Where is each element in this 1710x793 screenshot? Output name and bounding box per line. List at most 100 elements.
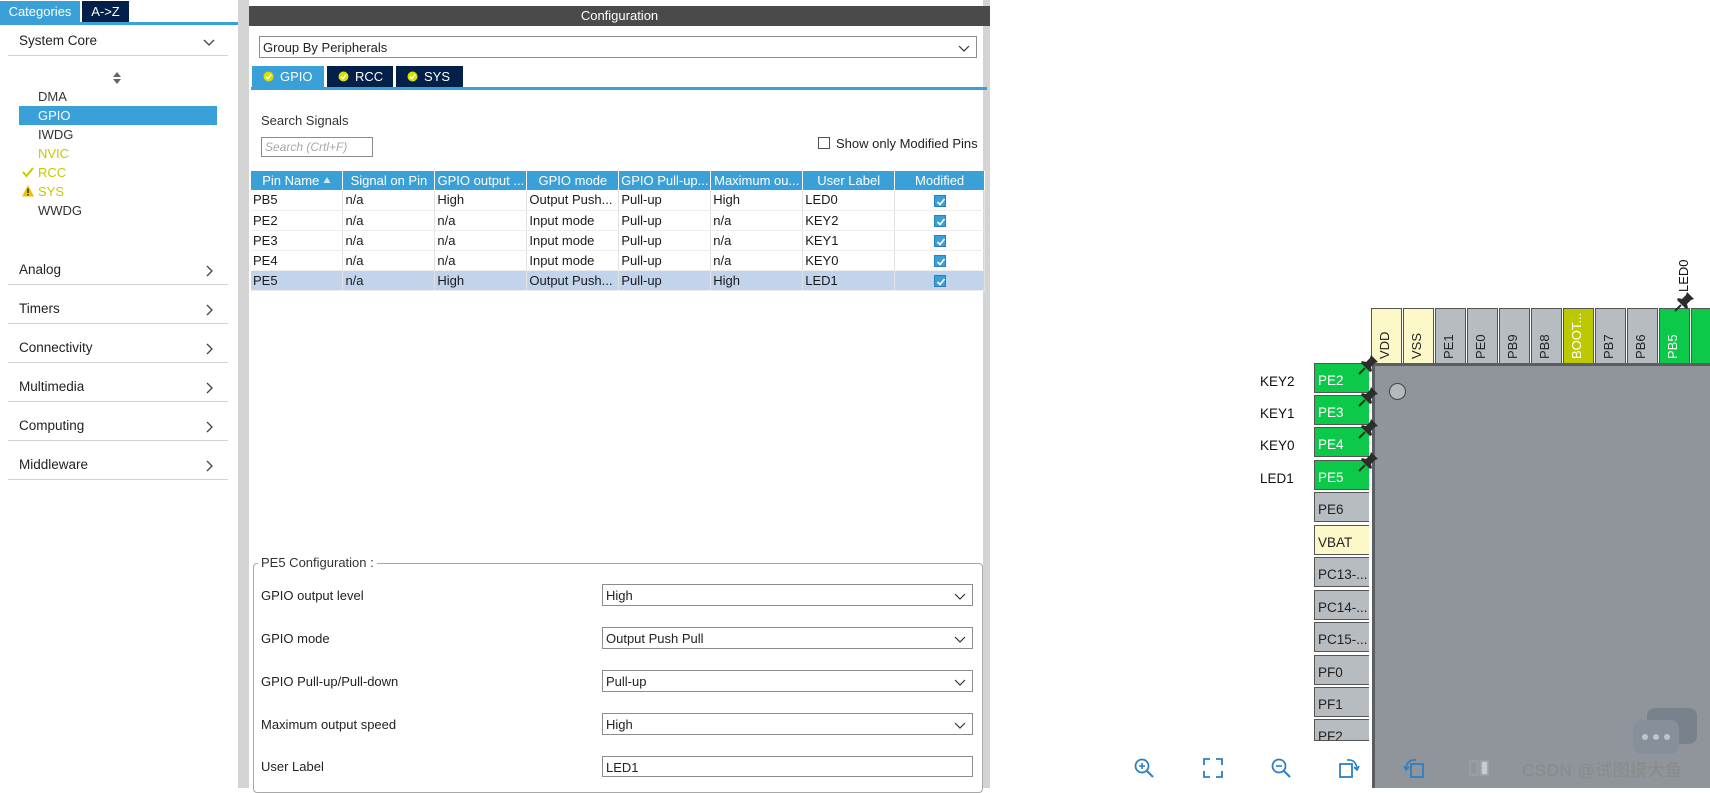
left-pin-pe6[interactable]: PE6: [1314, 492, 1369, 522]
item-label: WWDG: [38, 203, 83, 218]
pin-user-label: LED0: [1676, 259, 1691, 292]
system-core-item-iwdg[interactable]: IWDG: [19, 125, 217, 144]
pin-name: PF0: [1318, 665, 1343, 680]
left-pin-pc14[interactable]: PC14-...: [1314, 590, 1369, 620]
warning-icon: [22, 185, 34, 197]
tab-label: RCC: [355, 69, 384, 84]
top-pin-pb5[interactable]: PB5: [1659, 308, 1690, 363]
system-core-item-gpio[interactable]: GPIO: [19, 106, 217, 125]
panel-splitter[interactable]: [238, 0, 248, 788]
table-header-row: Pin Name Signal on Pin GPIO output ... G…: [251, 171, 985, 190]
table-row[interactable]: PE3 n/a n/a Input mode Pull-up n/a KEY1: [251, 230, 985, 251]
max-output-speed-label: Maximum output speed: [261, 717, 397, 732]
pin-name: PB5: [1664, 334, 1680, 359]
category-multimedia[interactable]: Multimedia: [8, 372, 228, 402]
cell-modified: [894, 190, 985, 211]
flip-horizontal-icon[interactable]: [1467, 756, 1491, 780]
category-connectivity[interactable]: Connectivity: [8, 333, 228, 363]
check-icon: [936, 238, 945, 246]
pe5-user-label: LED1: [1260, 471, 1294, 486]
top-pin-next[interactable]: [1691, 308, 1710, 363]
system-core-item-rcc[interactable]: RCC: [19, 163, 217, 182]
column-header-modified[interactable]: Modified: [894, 171, 985, 190]
check-icon: [22, 167, 34, 178]
top-pin-pb6[interactable]: PB6: [1627, 308, 1658, 363]
ok-status-icon: [263, 71, 274, 82]
top-pin-vss[interactable]: VSS: [1403, 308, 1434, 363]
system-core-item-dma[interactable]: DMA: [19, 87, 217, 106]
category-label: Connectivity: [19, 340, 93, 355]
modified-checkbox[interactable]: [933, 255, 946, 268]
left-pin-pc15[interactable]: PC15-...: [1314, 622, 1369, 652]
show-modified-checkbox[interactable]: [818, 137, 830, 149]
modified-checkbox[interactable]: [933, 275, 946, 288]
top-pin-boot[interactable]: BOOT...: [1563, 308, 1594, 363]
category-label: System Core: [19, 33, 98, 48]
table-row[interactable]: PE4 n/a n/a Input mode Pull-up n/a KEY0: [251, 250, 985, 271]
column-header-pull[interactable]: GPIO Pull-up...: [618, 171, 712, 190]
table-row-selected[interactable]: PE5 n/a High Output Push... Pull-up High…: [251, 270, 985, 291]
max-output-speed-select[interactable]: High: [602, 713, 973, 735]
left-pin-pc13[interactable]: PC13-...: [1314, 557, 1369, 587]
category-analog[interactable]: Analog: [8, 255, 228, 285]
left-pin-vbat[interactable]: VBAT: [1314, 525, 1369, 555]
cell-output-level: High: [434, 190, 528, 211]
left-pin-pf2[interactable]: PF2: [1314, 719, 1369, 741]
gpio-output-level-select[interactable]: High: [602, 584, 973, 606]
system-core-item-nvic[interactable]: NVIC: [19, 144, 217, 163]
gpio-mode-select[interactable]: Output Push Pull: [602, 627, 973, 649]
modified-checkbox[interactable]: [933, 194, 946, 207]
top-pin-pe0[interactable]: PE0: [1467, 308, 1498, 363]
tab-a-to-z[interactable]: A->Z: [82, 1, 129, 22]
top-pin-pb9[interactable]: PB9: [1499, 308, 1530, 363]
group-by-select[interactable]: Group By Peripherals: [259, 36, 977, 58]
chevron-down-icon: [954, 636, 966, 643]
search-signals-input[interactable]: [261, 137, 373, 157]
sort-icon[interactable]: [112, 71, 122, 85]
tab-categories[interactable]: Categories: [0, 1, 80, 22]
table-row[interactable]: PB5 n/a High Output Push... Pull-up High…: [251, 190, 985, 211]
column-header-signal[interactable]: Signal on Pin: [342, 171, 436, 190]
category-middleware[interactable]: Middleware: [8, 450, 228, 480]
check-icon: [936, 198, 945, 206]
user-label-input[interactable]: LED1: [602, 756, 973, 777]
chevron-down-icon: [954, 679, 966, 686]
system-core-item-wwdg[interactable]: WWDG: [19, 201, 217, 220]
column-header-pin-name[interactable]: Pin Name: [251, 171, 344, 190]
pushpin-icon: [1358, 355, 1378, 375]
category-timers[interactable]: Timers: [8, 294, 228, 324]
tab-sys[interactable]: SYS: [396, 66, 463, 87]
fit-to-window-icon[interactable]: [1201, 756, 1225, 780]
chat-bubble-icon[interactable]: [1629, 704, 1701, 764]
table-row[interactable]: PE2 n/a n/a Input mode Pull-up n/a KEY2: [251, 210, 985, 231]
pin-name: VSS: [1408, 332, 1424, 359]
column-header-max-speed[interactable]: Maximum ou...: [710, 171, 804, 190]
chevron-right-icon: [206, 265, 213, 277]
rotate-right-icon[interactable]: [1337, 756, 1361, 780]
zoom-in-icon[interactable]: [1132, 756, 1156, 780]
top-pin-pb7[interactable]: PB7: [1595, 308, 1626, 363]
select-value: High: [606, 588, 633, 603]
category-system-core[interactable]: System Core: [8, 26, 228, 56]
modified-checkbox[interactable]: [933, 215, 946, 228]
pinout-view[interactable]: VDD VSS PE1 PE0 PB9 PB8 BOOT... PB7 PB6 …: [997, 0, 1710, 788]
zoom-out-icon[interactable]: [1269, 756, 1293, 780]
top-pin-pe1[interactable]: PE1: [1435, 308, 1466, 363]
category-computing[interactable]: Computing: [8, 411, 228, 441]
column-header-user-label[interactable]: User Label: [802, 171, 896, 190]
tab-gpio[interactable]: GPIO: [252, 66, 324, 87]
column-header-gpio-mode[interactable]: GPIO mode: [526, 171, 620, 190]
modified-checkbox[interactable]: [933, 235, 946, 248]
check-icon: [936, 278, 945, 286]
left-pin-pf1[interactable]: PF1: [1314, 687, 1369, 717]
cell-modified: [894, 230, 985, 251]
system-core-item-sys[interactable]: SYS: [19, 182, 217, 201]
tab-rcc[interactable]: RCC: [327, 66, 393, 87]
left-pin-pf0[interactable]: PF0: [1314, 655, 1369, 685]
gpio-pull-select[interactable]: Pull-up: [602, 670, 973, 692]
column-header-output-level[interactable]: GPIO output ...: [434, 171, 528, 190]
rotate-left-icon[interactable]: [1402, 756, 1426, 780]
pin-name: PE5: [1318, 470, 1344, 485]
ok-status-icon: [338, 71, 349, 82]
top-pin-pb8[interactable]: PB8: [1531, 308, 1562, 363]
